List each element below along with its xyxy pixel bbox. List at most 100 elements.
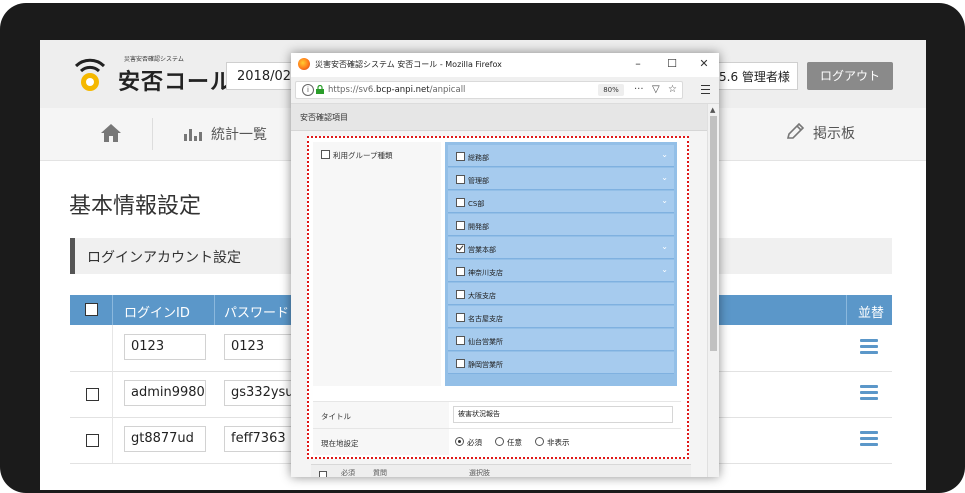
login-id-field[interactable]: admin9980 — [124, 380, 206, 406]
group-item[interactable]: 総務部 ⌄ — [448, 145, 674, 167]
chevron-down-icon[interactable]: ⌄ — [661, 242, 668, 251]
more-actions-icon[interactable]: ··· — [634, 84, 644, 96]
group-checkbox[interactable] — [456, 359, 465, 368]
scroll-thumb[interactable] — [710, 116, 717, 351]
radio-label: 非表示 — [547, 438, 570, 447]
group-item[interactable]: 神奈川支店 ⌄ — [448, 260, 674, 282]
group-type-label[interactable]: 利用グループ種類 — [321, 150, 393, 161]
firefox-popup-window: 災害安否確認システム 安否コール - Mozilla Firefox – ☐ ✕… — [291, 53, 719, 477]
group-type-cell: 利用グループ種類 — [313, 142, 441, 386]
group-name: 仙台営業所 — [468, 338, 503, 346]
group-item[interactable]: 大阪支店 — [448, 283, 674, 305]
radio-unselected — [535, 437, 544, 446]
checkbox[interactable] — [319, 471, 327, 477]
url-bar: i https://sv6.bcp-anpi.net/anpicall 80% … — [291, 77, 719, 104]
pencil-icon — [786, 122, 805, 139]
app-logo[interactable]: 災害安否確認システム 安否コール — [68, 52, 232, 96]
radio-selected — [455, 437, 464, 446]
window-titlebar: 災害安否確認システム 安否コール - Mozilla Firefox – ☐ ✕ — [291, 53, 719, 77]
bottom-col-question: 質問 — [373, 469, 387, 477]
url-path: /anpicall — [429, 85, 466, 95]
group-checkbox[interactable] — [456, 175, 465, 184]
zoom-level[interactable]: 80% — [598, 84, 624, 96]
group-item[interactable]: 営業本部 ⌄ — [448, 237, 674, 259]
radio-unselected — [495, 437, 504, 446]
group-checkbox[interactable] — [456, 336, 465, 345]
scroll-up-icon[interactable]: ▲ — [710, 106, 715, 114]
row-divider — [112, 417, 113, 463]
group-checkbox[interactable] — [456, 290, 465, 299]
chevron-down-icon[interactable]: ⌄ — [661, 265, 668, 274]
group-list: 総務部 ⌄ 管理部 ⌄ CS部 ⌄ 開発部 営業本部 ⌄ 神奈川支店 ⌄ 大阪支店 名古屋… — [445, 142, 677, 386]
logo-title: 安否コール — [118, 70, 234, 95]
group-name: CS部 — [468, 200, 485, 208]
user-info: 5.6 管理者様 — [716, 62, 798, 90]
popup-scrollbar[interactable]: ▲ — [707, 104, 719, 477]
home-icon[interactable] — [100, 123, 122, 143]
location-hidden-radio[interactable]: 非表示 — [535, 437, 570, 448]
group-checkbox[interactable] — [456, 152, 465, 161]
title-row: タイトル 被害状況報告 — [313, 401, 681, 428]
group-checkbox[interactable] — [456, 221, 465, 230]
group-name: 営業本部 — [468, 246, 496, 254]
location-optional-radio[interactable]: 任意 — [495, 437, 522, 448]
sort-handle-icon[interactable] — [860, 431, 878, 447]
info-icon[interactable]: i — [302, 84, 314, 96]
group-checkbox-checked[interactable] — [456, 244, 465, 253]
location-required-radio[interactable]: 必須 — [455, 437, 482, 448]
title-input[interactable]: 被害状況報告 — [453, 406, 673, 423]
group-item[interactable]: 名古屋支店 — [448, 306, 674, 328]
group-item[interactable]: CS部 ⌄ — [448, 191, 674, 213]
radio-label: 必須 — [467, 438, 482, 447]
wifi-shield-icon — [74, 58, 106, 91]
logo-subtitle: 災害安否確認システム — [124, 56, 184, 63]
logout-button[interactable]: ログアウト — [807, 62, 893, 90]
chevron-down-icon[interactable]: ⌄ — [661, 173, 668, 182]
bookmark-star-icon[interactable]: ☆ — [668, 84, 677, 96]
location-row: 現在地設定 必須 任意 非表示 — [313, 428, 681, 455]
minimize-icon[interactable]: – — [629, 56, 647, 72]
content-header-title: 安否確認項目 — [300, 113, 348, 122]
row-checkbox[interactable] — [86, 388, 99, 401]
header-divider — [112, 295, 113, 325]
maximize-icon[interactable]: ☐ — [663, 56, 681, 72]
group-item[interactable]: 静岡営業所 — [448, 352, 674, 374]
nav-board[interactable]: 掲示板 — [785, 122, 855, 143]
sort-handle-icon[interactable] — [860, 385, 878, 401]
chevron-down-icon[interactable]: ⌄ — [661, 150, 668, 159]
pocket-icon[interactable]: ▽ — [652, 84, 660, 96]
bottom-col-options: 選択肢 — [469, 469, 490, 477]
page-title: 基本情報設定 — [69, 194, 202, 219]
group-name: 静岡営業所 — [468, 361, 503, 369]
header-password: パスワード — [224, 306, 290, 321]
group-name: 開発部 — [468, 223, 489, 231]
close-icon[interactable]: ✕ — [695, 56, 713, 72]
header-login-id: ログインID — [124, 306, 190, 321]
sort-handle-icon[interactable] — [860, 339, 878, 355]
group-item[interactable]: 開発部 — [448, 214, 674, 236]
group-checkbox[interactable] — [456, 313, 465, 322]
login-id-field[interactable]: gt8877ud — [124, 426, 206, 452]
title-value-cell: 被害状況報告 — [449, 402, 681, 428]
content-header: 安否確認項目 — [291, 104, 707, 131]
group-type-checkbox[interactable] — [321, 150, 330, 159]
nav-stats[interactable]: 統計一覧 — [183, 124, 267, 144]
hamburger-menu-icon[interactable] — [701, 85, 710, 94]
group-name: 名古屋支店 — [468, 315, 503, 323]
title-label: タイトル — [321, 412, 351, 421]
chevron-down-icon[interactable]: ⌄ — [661, 196, 668, 205]
row-checkbox[interactable] — [86, 434, 99, 447]
group-item[interactable]: 管理部 ⌄ — [448, 168, 674, 190]
group-checkbox[interactable] — [456, 267, 465, 276]
nav-divider — [152, 118, 153, 150]
select-all-checkbox[interactable] — [85, 303, 98, 316]
header-divider — [214, 295, 215, 325]
group-item[interactable]: 仙台営業所 — [448, 329, 674, 351]
highlight-frame: 利用グループ種類 総務部 ⌄ 管理部 ⌄ CS部 ⌄ 開発部 営業本部 ⌄ 神奈川支店 ⌄… — [307, 136, 689, 459]
login-id-field[interactable]: 0123 — [124, 334, 206, 360]
group-checkbox[interactable] — [456, 198, 465, 207]
address-field[interactable]: i https://sv6.bcp-anpi.net/anpicall 80% … — [295, 81, 683, 99]
row-divider — [112, 325, 113, 371]
nav-board-label: 掲示板 — [813, 126, 855, 142]
group-name: 大阪支店 — [468, 292, 496, 300]
